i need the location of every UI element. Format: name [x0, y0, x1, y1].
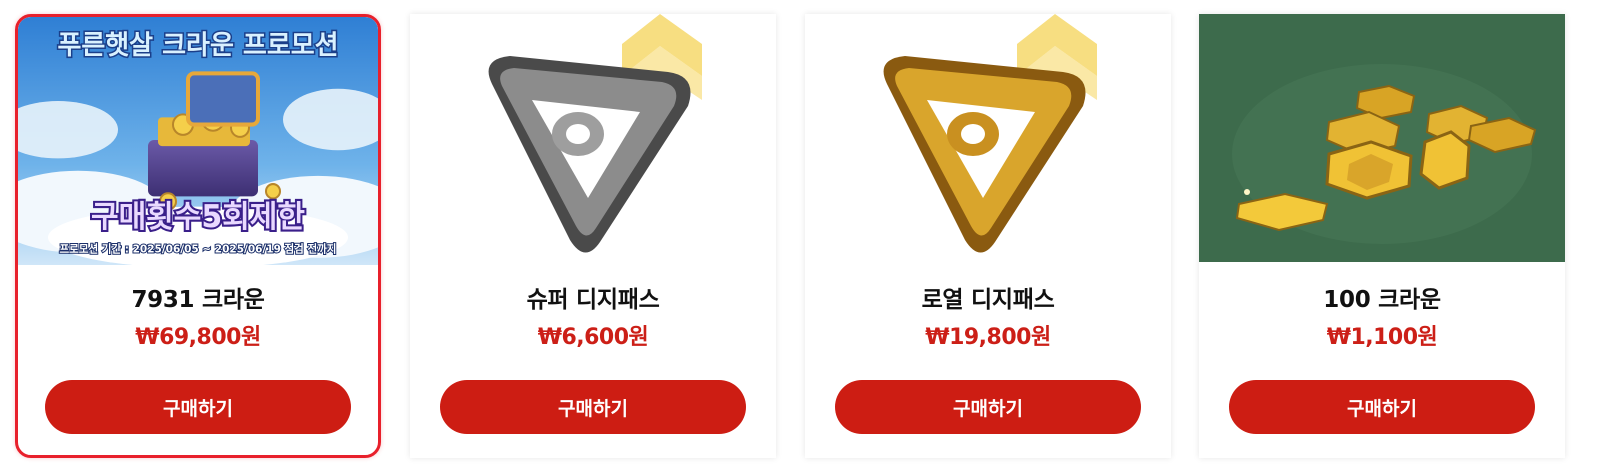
product-title: 7931 크라운 — [131, 287, 265, 313]
banner-headline: 푸른햇살 크라운 프로모션 — [57, 31, 338, 61]
product-price: ₩19,800원 — [925, 325, 1051, 350]
product-title: 슈퍼 디지패스 — [526, 287, 660, 313]
product-card-crown-100[interactable]: 100 크라운 ₩1,100원 구매하기 — [1199, 14, 1565, 458]
silver-pass-icon — [410, 14, 776, 262]
product-price: ₩1,100원 — [1326, 325, 1438, 350]
buy-button[interactable]: 구매하기 — [45, 380, 351, 434]
promo-banner-image: 푸른햇살 크라운 프로모션 구매횟수5회제한 프로모션 기간 : 2025/06… — [18, 17, 378, 265]
product-card-super-digipass[interactable]: 슈퍼 디지패스 ₩6,600원 구매하기 — [410, 14, 776, 458]
product-card-royal-digipass[interactable]: 로열 디지패스 ₩19,800원 구매하기 — [805, 14, 1171, 458]
buy-button[interactable]: 구매하기 — [440, 380, 746, 434]
gold-coins-icon — [1199, 14, 1565, 262]
product-title: 로열 디지패스 — [921, 287, 1055, 313]
product-card-crown-7931[interactable]: 푸른햇살 크라운 프로모션 구매횟수5회제한 프로모션 기간 : 2025/06… — [15, 14, 381, 458]
banner-period-text: 프로모션 기간 : 2025/06/05 ~ 2025/06/19 점검 전까지 — [60, 243, 337, 256]
gold-pass-icon — [805, 14, 1171, 262]
product-title: 100 크라운 — [1323, 287, 1441, 313]
banner-limit-text: 구매횟수5회제한 — [91, 200, 305, 235]
buy-button[interactable]: 구매하기 — [835, 380, 1141, 434]
buy-button[interactable]: 구매하기 — [1229, 380, 1535, 434]
product-grid: 푸른햇살 크라운 프로모션 구매횟수5회제한 프로모션 기간 : 2025/06… — [0, 0, 1611, 472]
product-price: ₩69,800원 — [135, 325, 261, 350]
product-price: ₩6,600원 — [537, 325, 649, 350]
